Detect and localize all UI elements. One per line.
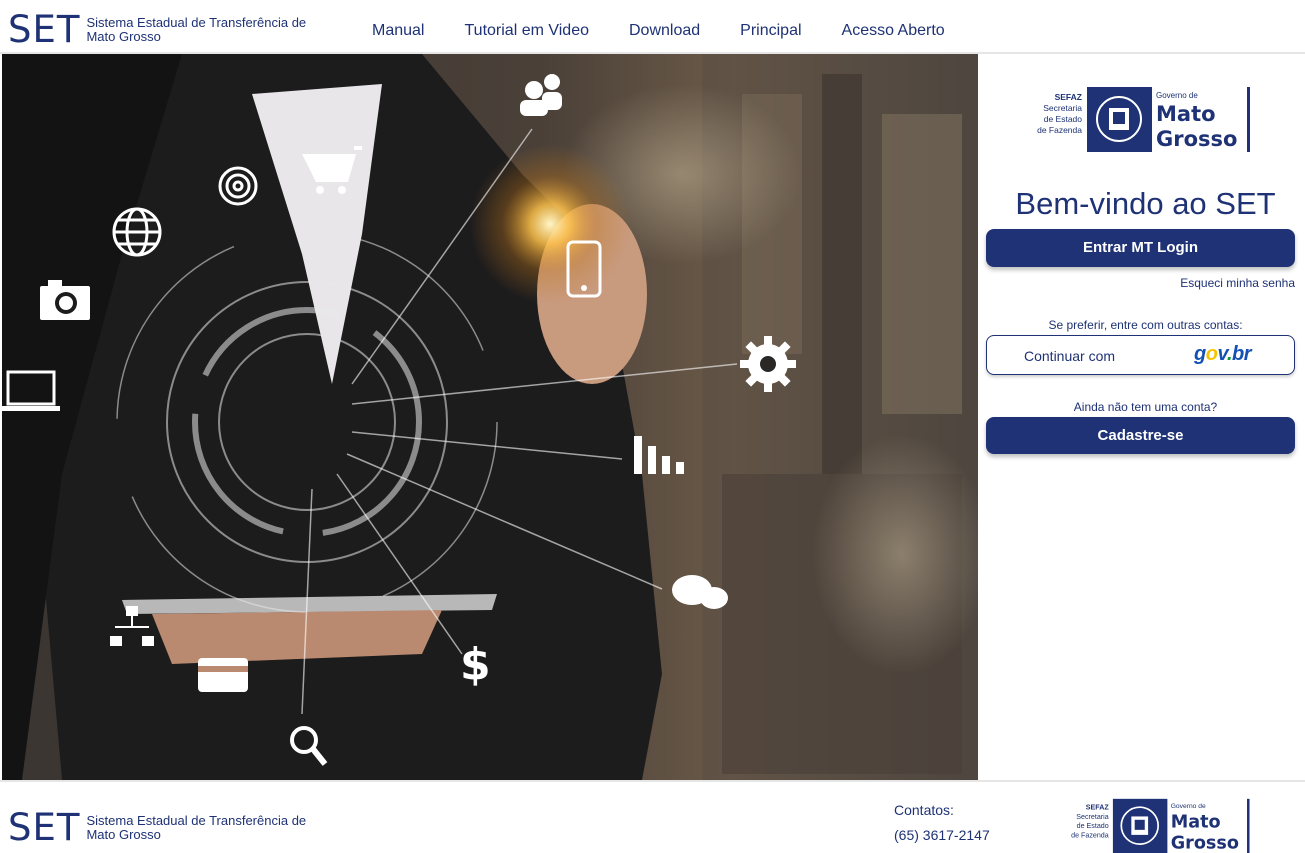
other-accounts-text: Se preferir, entre com outras contas: (1048, 318, 1243, 332)
nav-acesso-aberto[interactable]: Acesso Aberto (842, 22, 945, 40)
hero-image: $ (2, 54, 978, 780)
svg-text:SEFAZ: SEFAZ (1055, 92, 1082, 102)
svg-text:de Estado: de Estado (1077, 822, 1109, 830)
svg-text:de Fazenda: de Fazenda (1037, 125, 1082, 135)
login-panel: SEFAZ Secretaria de Estado de Fazenda Go… (978, 54, 1305, 780)
nav-tutorial-video[interactable]: Tutorial em Video (464, 22, 589, 40)
svg-text:Secretaria: Secretaria (1076, 813, 1108, 821)
signup-button[interactable]: Cadastre-se (986, 417, 1295, 454)
svg-text:Secretaria: Secretaria (1043, 103, 1082, 113)
svg-text:Grosso: Grosso (1171, 833, 1239, 853)
govbr-label: Continuar com (1024, 348, 1116, 364)
gear-icon (740, 336, 796, 392)
footer-set-logo: SET (8, 806, 81, 849)
footer-brand-text: Sistema Estadual de Transferência de Mat… (86, 813, 307, 842)
svg-text:SEFAZ: SEFAZ (1086, 804, 1110, 812)
nav-download[interactable]: Download (629, 22, 700, 40)
contacts-label: Contatos: (894, 802, 954, 818)
set-brand-text: Sistema Estadual de Transferência de Mat… (86, 15, 307, 44)
mt-login-button[interactable]: Entrar MT Login (986, 229, 1295, 267)
footer: SET Sistema Estadual de Transferência de… (0, 780, 1305, 853)
main-nav: Manual Tutorial em Video Download Princi… (372, 22, 985, 40)
govbr-login-button[interactable]: Continuar com gov.br (986, 335, 1295, 375)
sefaz-mato-grosso-logo: SEFAZ Secretaria de Estado de Fazenda Go… (1037, 87, 1250, 152)
card-icon (198, 658, 248, 692)
contact-phone: (65) 3617-2147 (894, 827, 990, 843)
contacts: Contatos: (65) 3617-2147 (894, 802, 990, 843)
svg-text:Grosso: Grosso (1156, 127, 1237, 151)
svg-text:de Estado: de Estado (1044, 114, 1083, 124)
forgot-password-link[interactable]: Esqueci minha senha (1180, 276, 1295, 290)
set-logo: SET (8, 8, 81, 51)
hero-illustration: $ (2, 54, 978, 780)
dollar-icon: $ (460, 639, 491, 690)
footer-sefaz-logo: SEFAZ Secretaria de Estado de Fazenda Go… (1071, 798, 1250, 853)
nav-principal[interactable]: Principal (740, 22, 801, 40)
no-account-text: Ainda não tem uma conta? (1073, 400, 1218, 414)
svg-text:Mato: Mato (1171, 812, 1221, 832)
svg-text:Governo de: Governo de (1156, 91, 1198, 100)
svg-text:Mato: Mato (1156, 102, 1216, 126)
nav-manual[interactable]: Manual (372, 22, 424, 40)
set-brand[interactable]: SET Sistema Estadual de Transferência de… (8, 10, 316, 50)
camera-icon (40, 280, 90, 320)
welcome-title: Bem-vindo ao SET (1015, 186, 1276, 221)
govbr-logo: gov.br (1194, 343, 1252, 365)
svg-text:Governo de: Governo de (1171, 803, 1206, 810)
footer-set-brand: SET Sistema Estadual de Transferência de… (8, 808, 316, 848)
top-header: SET Sistema Estadual de Transferência de… (0, 0, 1305, 54)
svg-text:de Fazenda: de Fazenda (1071, 831, 1109, 839)
